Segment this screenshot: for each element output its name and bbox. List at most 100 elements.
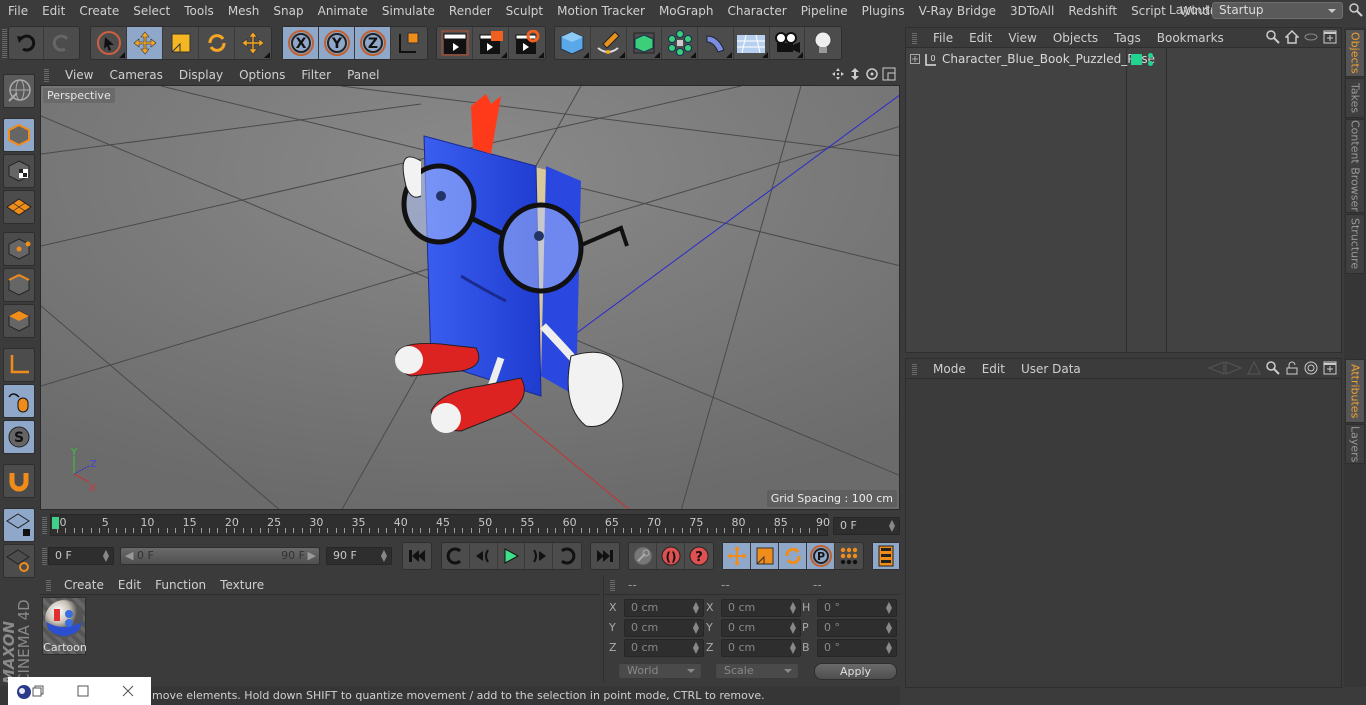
menu-redshift[interactable]: Redshift xyxy=(1061,4,1124,18)
z-axis-lock-button[interactable]: Z xyxy=(355,27,391,59)
playback-grip[interactable] xyxy=(42,547,47,565)
coords-grip[interactable] xyxy=(610,579,615,591)
cube-object-button[interactable] xyxy=(555,27,591,59)
planar-workplane-button[interactable] xyxy=(3,544,35,578)
menu-v-ray-bridge[interactable]: V-Ray Bridge xyxy=(912,4,1003,18)
om-menu-file[interactable]: File xyxy=(925,31,961,45)
object-manager-grip[interactable] xyxy=(912,31,917,44)
lock-workplane-button[interactable] xyxy=(3,508,35,542)
coord-field[interactable]: 0 ° ▲ ▼ xyxy=(817,639,897,657)
tab-content-browser[interactable]: Content Browser xyxy=(1345,119,1365,213)
new-panel-icon[interactable] xyxy=(1323,361,1337,375)
undo-button[interactable] xyxy=(9,27,45,59)
key-rotation-button[interactable] xyxy=(779,543,807,569)
coord-field[interactable]: 0 cm ▲ ▼ xyxy=(624,599,704,617)
new-panel-icon[interactable] xyxy=(1323,30,1337,44)
motion-path-button[interactable] xyxy=(629,543,657,569)
menu-snap[interactable]: Snap xyxy=(266,4,310,18)
preview-range-slider[interactable]: ◀ 0 F 90 F ▶ xyxy=(120,547,320,565)
timeline-window-button[interactable] xyxy=(873,543,899,569)
menu-animate[interactable]: Animate xyxy=(311,4,375,18)
menu-select[interactable]: Select xyxy=(126,4,177,18)
tab-structure[interactable]: Structure xyxy=(1345,214,1365,274)
viewport-menu-cameras[interactable]: Cameras xyxy=(101,68,170,82)
move-tool-button[interactable] xyxy=(127,27,163,59)
tab-takes[interactable]: Takes xyxy=(1345,78,1365,118)
scale-tool-button[interactable] xyxy=(163,27,199,59)
orbit-view-icon[interactable] xyxy=(865,67,879,81)
texture-mode-button[interactable] xyxy=(3,154,35,188)
deformer-button[interactable] xyxy=(698,27,734,59)
coord-field[interactable]: 0 ° ▲ ▼ xyxy=(817,599,897,617)
expand-icon[interactable] xyxy=(910,54,920,64)
eye-toggle-icon[interactable] xyxy=(1304,30,1318,44)
restore-icon[interactable] xyxy=(32,685,44,697)
menu-create[interactable]: Create xyxy=(72,4,126,18)
menu-sculpt[interactable]: Sculpt xyxy=(499,4,550,18)
current-frame-field[interactable]: 0 F ▲ ▼ xyxy=(833,517,900,535)
key-point-level-button[interactable] xyxy=(835,543,863,569)
tab-layers[interactable]: Layers xyxy=(1345,424,1365,464)
viewport-menu-view[interactable]: View xyxy=(57,68,101,82)
coord-field[interactable]: 0 cm ▲ ▼ xyxy=(721,599,801,617)
coord-field[interactable]: 0 ° ▲ ▼ xyxy=(817,619,897,637)
menu-pipeline[interactable]: Pipeline xyxy=(794,4,855,18)
key-parameter-button[interactable]: P xyxy=(807,543,835,569)
3d-viewport[interactable]: Y Z X Perspective Grid Spacing : 100 cm xyxy=(40,85,900,510)
record-active-objects-button[interactable]: () xyxy=(657,543,685,569)
solo-button[interactable]: S xyxy=(3,420,35,454)
light-button[interactable] xyxy=(805,27,841,59)
coord-field[interactable]: 0 cm ▲ ▼ xyxy=(624,639,704,657)
render-visibility-dot[interactable] xyxy=(1148,61,1153,66)
viewport-grip[interactable] xyxy=(44,68,49,82)
y-axis-lock-button[interactable]: Y xyxy=(319,27,355,59)
render-picture-viewer-button[interactable] xyxy=(473,27,509,59)
target-icon[interactable] xyxy=(1304,361,1318,375)
menu-plugins[interactable]: Plugins xyxy=(855,4,912,18)
coord-field[interactable]: 0 cm ▲ ▼ xyxy=(624,619,704,637)
edges-mode-button[interactable] xyxy=(3,268,35,302)
model-mode-button[interactable] xyxy=(3,118,35,152)
menu-edit[interactable]: Edit xyxy=(35,4,72,18)
coordinate-system-button[interactable] xyxy=(391,27,427,59)
timeline-grip[interactable] xyxy=(42,516,47,534)
material-swatch-cartoon[interactable]: Cartoon xyxy=(42,597,87,655)
object-name[interactable]: Character_Blue_Book_Puzzled_Pose xyxy=(942,52,1155,66)
key-position-button[interactable] xyxy=(723,543,751,569)
menu-script[interactable]: Script xyxy=(1124,4,1173,18)
attribute-manager-grip[interactable] xyxy=(912,362,917,375)
object-row[interactable]: 0 Character_Blue_Book_Puzzled_Pose xyxy=(906,50,1342,70)
material-menu-function[interactable]: Function xyxy=(148,578,213,592)
play-button[interactable] xyxy=(498,543,526,569)
scale-mode-select[interactable]: Scale xyxy=(715,663,799,679)
material-menu-edit[interactable]: Edit xyxy=(111,578,148,592)
toolbar-grip[interactable] xyxy=(2,28,7,58)
live-selection-button[interactable] xyxy=(91,27,127,59)
search-icon[interactable] xyxy=(1266,30,1280,44)
previous-frame-button[interactable] xyxy=(470,543,498,569)
end-frame-field[interactable]: 90 F ▲ ▼ xyxy=(326,547,392,565)
transform-tool-button[interactable] xyxy=(235,27,271,59)
autokeying-button[interactable]: ? xyxy=(685,543,713,569)
key-scale-button[interactable] xyxy=(751,543,779,569)
viewport-menu-options[interactable]: Options xyxy=(231,68,293,82)
menu-3dtoall[interactable]: 3DToAll xyxy=(1003,4,1061,18)
menu-render[interactable]: Render xyxy=(442,4,499,18)
x-axis-lock-button[interactable]: X xyxy=(283,27,319,59)
layer-color-tag[interactable] xyxy=(1131,54,1142,65)
am-menu-edit[interactable]: Edit xyxy=(974,362,1013,376)
material-menu-texture[interactable]: Texture xyxy=(213,578,271,592)
editor-visibility-dot[interactable] xyxy=(1148,53,1153,58)
previous-keyframe-button[interactable] xyxy=(442,543,470,569)
om-menu-tags[interactable]: Tags xyxy=(1106,31,1149,45)
go-to-start-button[interactable] xyxy=(403,543,431,569)
polygons-mode-button[interactable] xyxy=(3,304,35,338)
coord-field[interactable]: 0 cm ▲ ▼ xyxy=(721,639,801,657)
om-menu-view[interactable]: View xyxy=(1000,31,1044,45)
home-icon[interactable] xyxy=(1285,30,1299,44)
om-menu-edit[interactable]: Edit xyxy=(961,31,1000,45)
up-arrow-icon[interactable] xyxy=(1247,361,1261,375)
am-menu-user-data[interactable]: User Data xyxy=(1013,362,1089,376)
next-keyframe-button[interactable] xyxy=(553,543,581,569)
rotate-tool-button[interactable] xyxy=(199,27,235,59)
